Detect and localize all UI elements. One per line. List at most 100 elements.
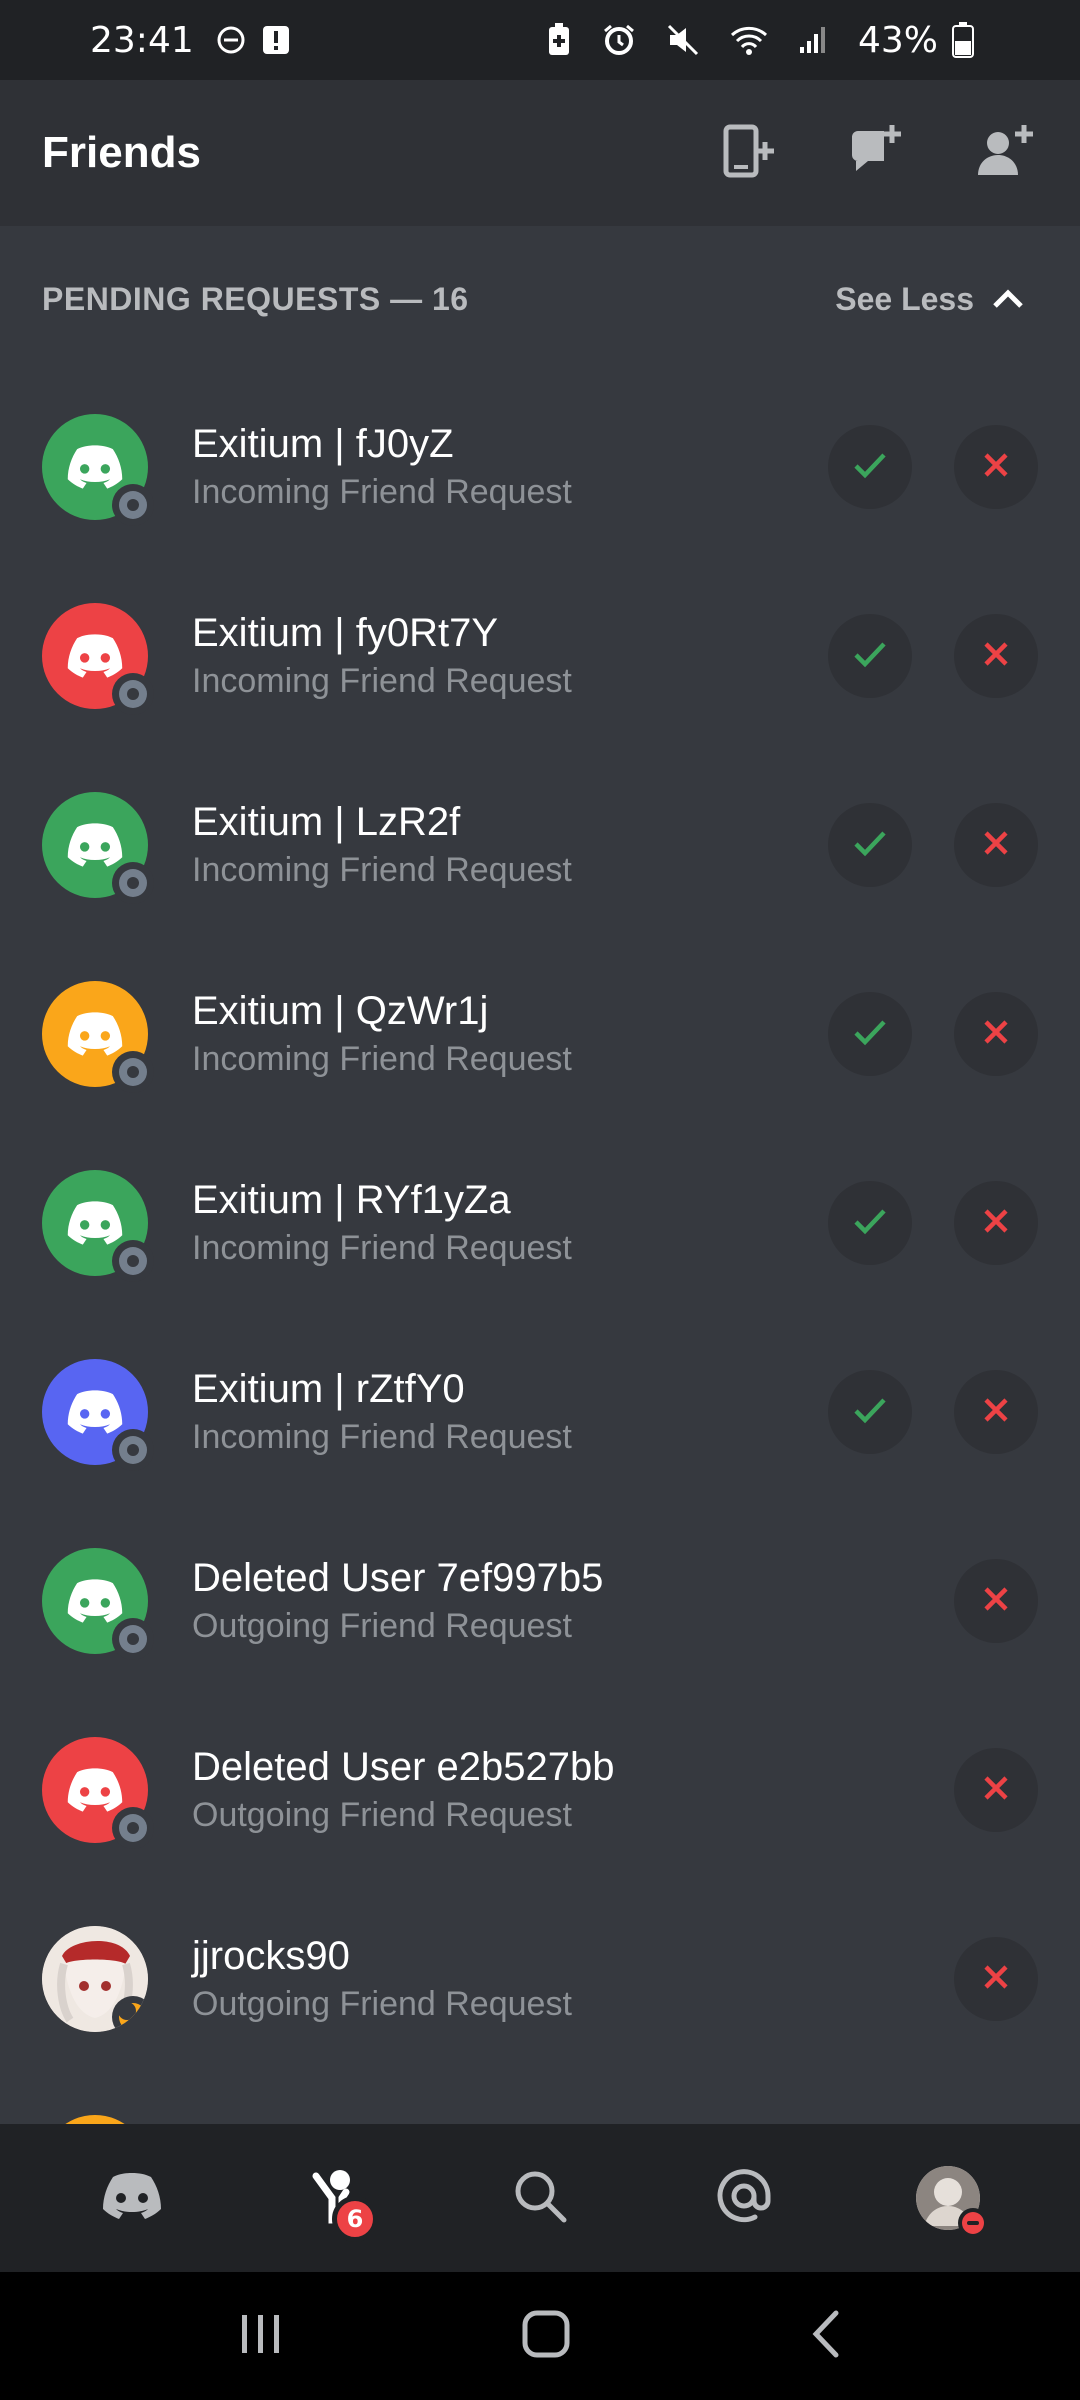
close-icon [981, 639, 1011, 673]
avatar [42, 980, 154, 1093]
request-text: Exitium | QzWr1j Incoming Friend Request [192, 989, 572, 1079]
check-icon [852, 1017, 888, 1051]
home-nav-button[interactable] [521, 2309, 571, 2363]
request-text: jjrocks90 Outgoing Friend Request [192, 1934, 572, 2024]
avatar [42, 1358, 154, 1471]
add-to-dm-button[interactable] [716, 120, 782, 186]
nav-home-button[interactable] [72, 2148, 192, 2248]
username: Deleted User 7ef997b5 [192, 1555, 604, 1600]
request-actions [828, 991, 1038, 1076]
decline-button[interactable] [954, 802, 1038, 887]
dnd-icon [216, 25, 246, 55]
request-text: Exitium | fJ0yZ Incoming Friend Request [192, 422, 572, 512]
request-actions [954, 1558, 1038, 1643]
accept-button[interactable] [828, 1180, 912, 1265]
back-icon [808, 2310, 842, 2363]
decline-button[interactable] [954, 1747, 1038, 1832]
request-row[interactable]: Exitium | LzR2f Incoming Friend Request [0, 750, 1080, 939]
accept-button[interactable] [828, 802, 912, 887]
request-actions [828, 1180, 1038, 1265]
decline-button[interactable] [954, 1180, 1038, 1265]
request-row[interactable]: jjrocks90 Outgoing Friend Request [0, 1884, 1080, 2073]
check-icon [852, 1206, 888, 1240]
wifi-icon [730, 24, 768, 56]
status-bar: 23:41 43% [0, 0, 1080, 80]
decline-button[interactable] [954, 1558, 1038, 1643]
request-text: Deleted User e2b527bb Outgoing Friend Req… [192, 1745, 615, 1835]
avatar [42, 1736, 154, 1849]
alarm-icon [602, 23, 636, 57]
offline-status-icon [112, 1617, 154, 1660]
nav-profile-button[interactable] [888, 2148, 1008, 2248]
back-button[interactable] [808, 2309, 842, 2363]
offline-status-icon [112, 1806, 154, 1849]
decline-button[interactable] [954, 424, 1038, 509]
request-row[interactable]: Exitium | fy0Rt7Y Incoming Friend Request [0, 561, 1080, 750]
check-icon [852, 639, 888, 673]
offline-status-icon [112, 1428, 154, 1471]
see-less-label: See Less [835, 280, 974, 317]
request-text: Exitium | fy0Rt7Y Incoming Friend Request [192, 611, 572, 701]
dnd-status-icon [958, 2208, 988, 2238]
nav-mentions-button[interactable] [684, 2148, 804, 2248]
battery-percent: 43% [857, 19, 938, 61]
friends-list[interactable]: PENDING REQUESTS — 16 See Less Exitium |… [0, 226, 1080, 2124]
new-group-dm-button[interactable] [844, 120, 910, 186]
username: Exitium | fy0Rt7Y [192, 610, 499, 655]
nav-search-button[interactable] [480, 2148, 600, 2248]
bottom-nav: 6 [0, 2124, 1080, 2272]
accept-button[interactable] [828, 613, 912, 698]
home-square-icon [521, 2310, 571, 2363]
decline-button[interactable] [954, 991, 1038, 1076]
request-row[interactable]: Kotakiru [0, 2073, 1080, 2124]
search-icon [512, 2168, 568, 2228]
status-time: 23:41 [90, 19, 194, 61]
request-row[interactable]: Deleted User e2b527bb Outgoing Friend Req… [0, 1695, 1080, 1884]
system-nav-bar [0, 2272, 1080, 2400]
accept-button[interactable] [828, 424, 912, 509]
request-type: Incoming Friend Request [192, 850, 572, 889]
request-row[interactable]: Exitium | QzWr1j Incoming Friend Request [0, 939, 1080, 1128]
request-row[interactable]: Exitium | RYf1yZa Incoming Friend Request [0, 1128, 1080, 1317]
request-type: Incoming Friend Request [192, 661, 572, 700]
check-icon [852, 450, 888, 484]
request-actions [954, 1747, 1038, 1832]
mute-icon [666, 23, 700, 57]
check-icon [852, 1395, 888, 1429]
new-group-dm-icon [848, 123, 906, 183]
decline-button[interactable] [954, 1369, 1038, 1454]
alert-icon [262, 25, 290, 55]
request-text: Exitium | LzR2f Incoming Friend Request [192, 800, 572, 890]
friends-header: Friends [0, 80, 1080, 226]
request-row[interactable]: Exitium | rZtfY0 Incoming Friend Request [0, 1317, 1080, 1506]
request-type: Incoming Friend Request [192, 1417, 572, 1456]
offline-status-icon [112, 483, 154, 526]
offline-status-icon [112, 1050, 154, 1093]
close-icon [981, 1962, 1011, 1996]
username: Exitium | rZtfY0 [192, 1366, 465, 1411]
accept-button[interactable] [828, 991, 912, 1076]
accept-button[interactable] [828, 1369, 912, 1454]
avatar [42, 602, 154, 715]
add-friend-button[interactable] [972, 120, 1038, 186]
request-row[interactable]: Deleted User 7ef997b5 Outgoing Friend Req… [0, 1506, 1080, 1695]
offline-status-icon [112, 861, 154, 904]
recent-apps-button[interactable] [238, 2311, 284, 2361]
idle-status-icon [112, 1995, 148, 2032]
decline-button[interactable] [954, 613, 1038, 698]
battery-icon [952, 22, 974, 58]
avatar [42, 1547, 154, 1660]
avatar [42, 1925, 148, 2032]
decline-button[interactable] [954, 1936, 1038, 2021]
see-less-button[interactable]: See Less [835, 281, 1038, 318]
request-text: Exitium | rZtfY0 Incoming Friend Request [192, 1367, 572, 1457]
friends-badge: 6 [332, 2196, 378, 2242]
nav-friends-button[interactable]: 6 [276, 2148, 396, 2248]
username: jjrocks90 [192, 1933, 350, 1978]
request-row[interactable]: Exitium | fJ0yZ Incoming Friend Request [0, 372, 1080, 561]
request-actions [954, 1936, 1038, 2021]
close-icon [981, 1206, 1011, 1240]
close-icon [981, 450, 1011, 484]
username: Exitium | RYf1yZa [192, 1177, 511, 1222]
request-type: Incoming Friend Request [192, 1039, 572, 1078]
